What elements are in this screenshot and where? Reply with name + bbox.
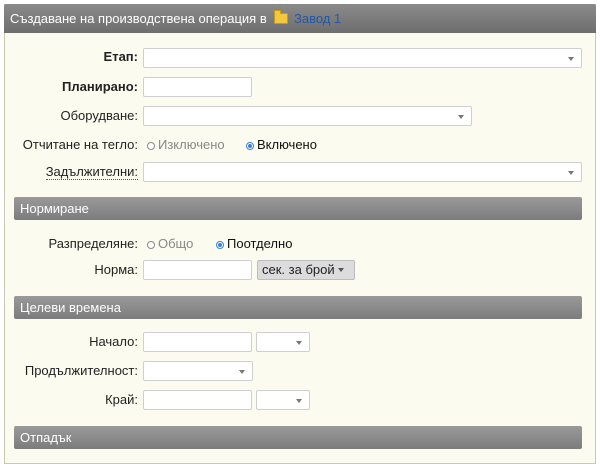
required-select[interactable] [143,162,582,182]
end-time-select[interactable] [256,390,310,410]
start-label: Начало: [89,334,138,349]
required-label: Задължителни: [45,164,138,180]
equipment-select[interactable] [143,106,472,126]
section-norming[interactable]: Нормиране [14,197,582,220]
distribution-label: Разпределяне: [48,236,138,251]
stage-select[interactable] [143,48,582,68]
folder-icon [274,10,289,24]
distribution-separate-radio[interactable]: Поотделно [216,234,292,254]
form-title-bar: Създаване на производствена операция в З… [4,4,596,33]
planned-label: Планирано: [62,79,138,94]
weight-on-radio[interactable]: Включено [246,135,317,155]
section-target-times[interactable]: Целеви времена [14,296,582,319]
end-date-input[interactable] [143,390,252,410]
norm-input[interactable] [143,260,252,280]
duration-label: Продължителност: [24,363,138,378]
form-title: Създаване на производствена операция в [10,11,267,26]
start-time-select[interactable] [256,332,310,352]
planned-input[interactable] [143,77,252,97]
radio-icon [147,241,155,249]
folder-link[interactable]: Завод 1 [294,11,341,26]
norm-label: Норма: [94,262,138,277]
stage-label: Етап: [103,49,138,64]
end-label: Край: [105,392,138,407]
radio-icon [246,142,254,150]
start-date-input[interactable] [143,332,252,352]
weight-off-radio[interactable]: Изключено [147,135,225,155]
radio-icon [216,241,224,249]
norm-unit-select[interactable]: сек. за брой [257,260,355,280]
weight-tracking-label: Отчитане на тегло: [22,137,138,152]
distribution-total-radio[interactable]: Общо [147,234,193,254]
duration-select[interactable] [143,361,253,381]
equipment-label: Оборудване: [60,108,138,123]
radio-icon [147,142,155,150]
chevron-down-icon [337,268,344,272]
section-waste[interactable]: Отпадък [14,426,582,449]
